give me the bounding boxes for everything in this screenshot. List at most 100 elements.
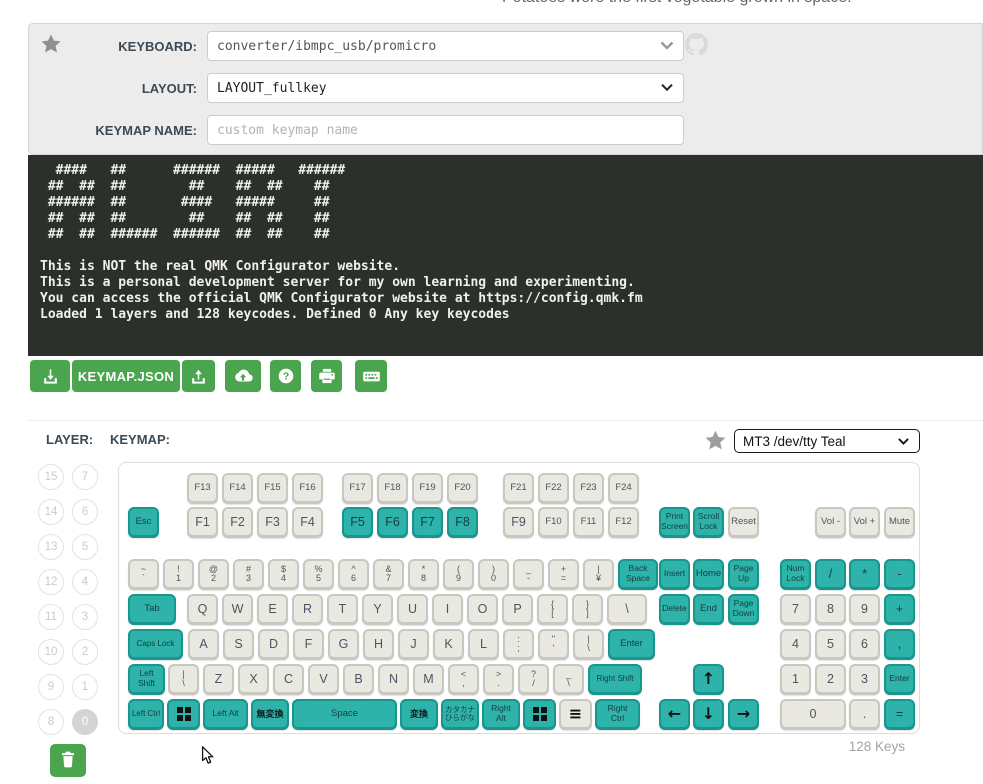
key-[interactable]: >.	[483, 664, 514, 695]
key-back-space[interactable]: BackSpace	[618, 559, 658, 590]
key-f21[interactable]: F21	[503, 473, 534, 504]
layer-button-5[interactable]: 5	[72, 534, 98, 560]
key-f[interactable]: F	[293, 629, 324, 660]
key-a[interactable]: A	[188, 629, 219, 660]
key-[interactable]: +	[884, 594, 915, 625]
preset-select[interactable]: MT3 /dev/tty Teal	[734, 429, 920, 453]
key-e[interactable]: E	[257, 594, 288, 625]
key-[interactable]: カタカナひらがな	[441, 699, 479, 730]
key-0[interactable]: )0	[478, 559, 509, 590]
key-win-logo[interactable]	[523, 699, 556, 730]
key-8[interactable]: 8	[815, 594, 846, 625]
layer-button-12[interactable]: 12	[38, 569, 64, 595]
key-d[interactable]: D	[258, 629, 289, 660]
layer-button-10[interactable]: 10	[38, 639, 64, 665]
chevron-down-icon[interactable]	[660, 37, 674, 55]
key-enter[interactable]: Enter	[884, 664, 915, 695]
key-home[interactable]: Home	[693, 559, 724, 590]
key-space[interactable]: Space	[292, 699, 397, 730]
key-delete[interactable]: Delete	[659, 594, 690, 625]
keymap-name-input[interactable]	[207, 115, 684, 145]
keymap-json-button[interactable]: KEYMAP.JSON	[72, 360, 180, 392]
key-3[interactable]: 3	[849, 664, 880, 695]
key-f10[interactable]: F10	[538, 507, 569, 538]
key-h[interactable]: H	[363, 629, 394, 660]
key-f2[interactable]: F2	[222, 507, 253, 538]
key-v[interactable]: V	[308, 664, 339, 695]
key-5[interactable]: 5	[815, 629, 846, 660]
cloud-upload-button[interactable]	[225, 360, 261, 392]
key-g[interactable]: G	[328, 629, 359, 660]
layer-button-14[interactable]: 14	[38, 499, 64, 525]
key-2[interactable]: @2	[198, 559, 229, 590]
key-print-screen[interactable]: PrintScreen	[659, 507, 690, 538]
layer-button-7[interactable]: 7	[72, 464, 98, 490]
key-arrow-down[interactable]: ↓	[693, 699, 724, 730]
keyboard-tester-button[interactable]	[355, 360, 387, 392]
key-y[interactable]: Y	[362, 594, 393, 625]
key-right-shift[interactable]: Right Shift	[588, 664, 642, 695]
key-[interactable]: |\	[168, 664, 199, 695]
key-t[interactable]: T	[327, 594, 358, 625]
key-page-up[interactable]: PageUp	[728, 559, 759, 590]
key-f5[interactable]: F5	[342, 507, 373, 538]
key-[interactable]: /	[815, 559, 846, 590]
key-[interactable]: <,	[448, 664, 479, 695]
key-[interactable]: 変換	[400, 699, 438, 730]
key-[interactable]: _\	[553, 664, 584, 695]
key-f11[interactable]: F11	[573, 507, 604, 538]
key-n[interactable]: N	[378, 664, 409, 695]
key-0[interactable]: 0	[780, 699, 846, 730]
key-f12[interactable]: F12	[608, 507, 639, 538]
key-6[interactable]: ^6	[338, 559, 369, 590]
key-[interactable]: +=	[548, 559, 579, 590]
layer-button-2[interactable]: 2	[72, 639, 98, 665]
key-f23[interactable]: F23	[573, 473, 604, 504]
key-[interactable]: ,	[884, 629, 915, 660]
print-button[interactable]	[311, 360, 342, 392]
github-icon[interactable]	[685, 33, 708, 61]
key-[interactable]: |\	[573, 629, 604, 660]
key-6[interactable]: 6	[849, 629, 880, 660]
key-i[interactable]: I	[432, 594, 463, 625]
key-1[interactable]: 1	[780, 664, 811, 695]
keyboard-input[interactable]	[207, 31, 684, 61]
key-f14[interactable]: F14	[222, 473, 253, 504]
key-u[interactable]: U	[397, 594, 428, 625]
key-left-alt[interactable]: Left Alt	[203, 699, 248, 730]
layer-button-0[interactable]: 0	[72, 709, 98, 735]
layer-button-1[interactable]: 1	[72, 674, 98, 700]
key-m[interactable]: M	[413, 664, 444, 695]
key-q[interactable]: Q	[187, 594, 218, 625]
key-vol[interactable]: Vol +	[849, 507, 880, 538]
layer-button-15[interactable]: 15	[38, 464, 64, 490]
key-f22[interactable]: F22	[538, 473, 569, 504]
key-r[interactable]: R	[292, 594, 323, 625]
key-[interactable]: _-	[513, 559, 544, 590]
key-4[interactable]: $4	[268, 559, 299, 590]
key-3[interactable]: #3	[233, 559, 264, 590]
key-9[interactable]: 9	[849, 594, 880, 625]
key-b[interactable]: B	[343, 664, 374, 695]
key-[interactable]: -	[884, 559, 915, 590]
key-f1[interactable]: F1	[187, 507, 218, 538]
preset-favorite-star-icon[interactable]	[703, 428, 728, 458]
key-[interactable]: "'	[538, 629, 569, 660]
layer-button-9[interactable]: 9	[38, 674, 64, 700]
key-f4[interactable]: F4	[292, 507, 323, 538]
key-c[interactable]: C	[273, 664, 304, 695]
key-1[interactable]: !1	[163, 559, 194, 590]
key-f19[interactable]: F19	[412, 473, 443, 504]
key-arrow-right[interactable]: →	[728, 699, 759, 730]
key-f9[interactable]: F9	[503, 507, 534, 538]
key-[interactable]: :;	[503, 629, 534, 660]
key-[interactable]: |¥	[583, 559, 614, 590]
layer-button-13[interactable]: 13	[38, 534, 64, 560]
key-j[interactable]: J	[398, 629, 429, 660]
key-8[interactable]: *8	[408, 559, 439, 590]
key-5[interactable]: %5	[303, 559, 334, 590]
key-f8[interactable]: F8	[447, 507, 478, 538]
key-end[interactable]: End	[693, 594, 724, 625]
key-[interactable]: .	[849, 699, 880, 730]
layer-button-8[interactable]: 8	[38, 709, 64, 735]
